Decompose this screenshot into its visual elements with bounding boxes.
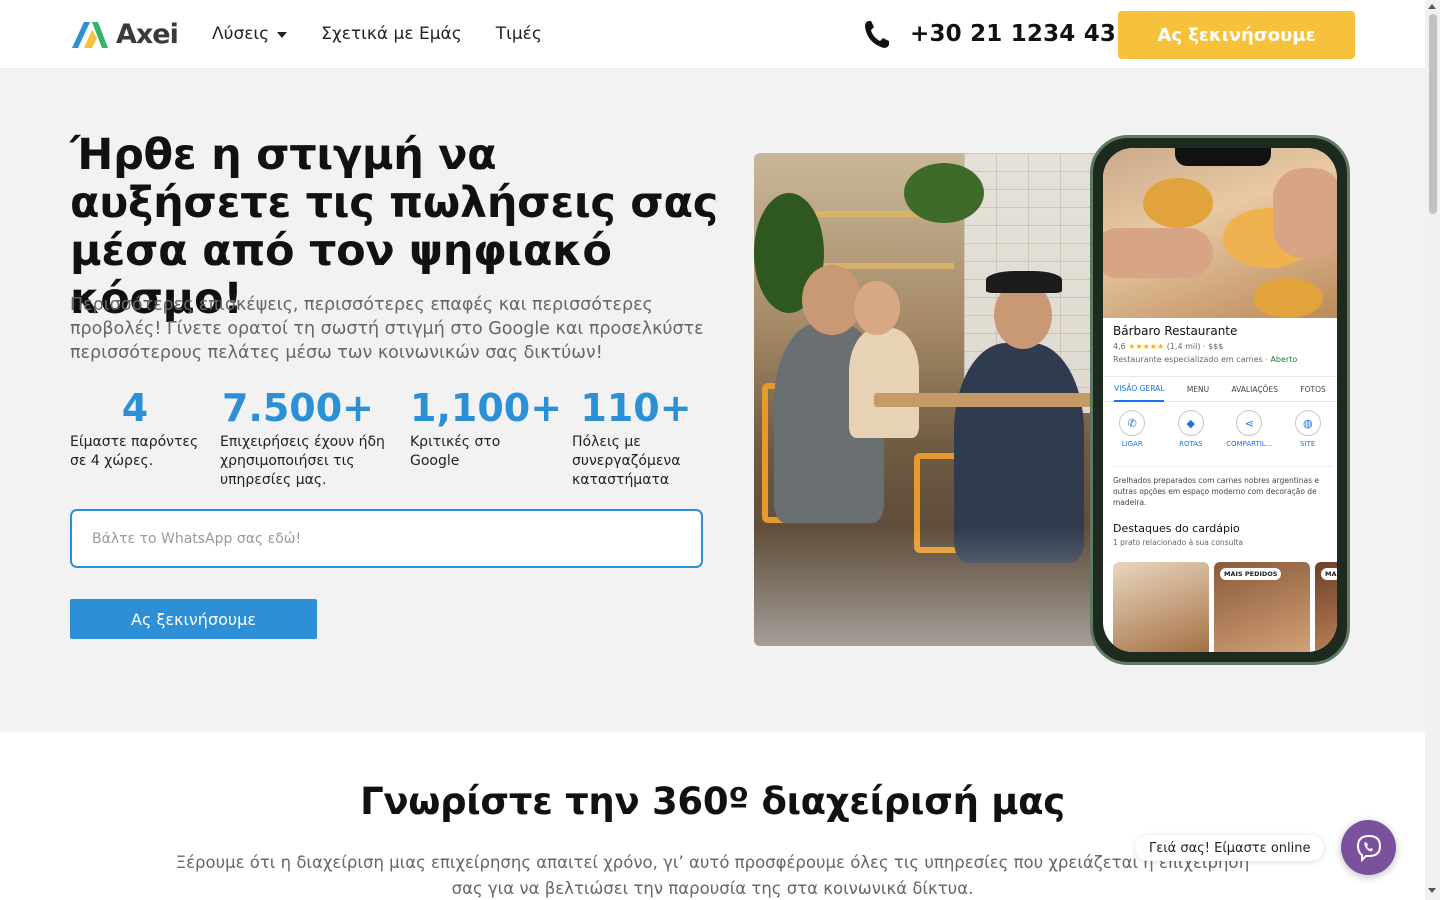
menu-subtitle: 1 prato relacionado à sua consulta [1113,538,1243,547]
main-nav: Λύσεις Σχετικά με Εμάς Τιμές [212,24,542,44]
plant [904,163,984,223]
action-directions: ◆ ROTAS [1166,410,1216,448]
menu-heading: Destaques do cardápio [1113,522,1240,535]
viber-icon [1356,834,1381,862]
business-about: Grelhados preparados com carnes nobres a… [1113,466,1333,508]
business-tabs: VISÃO GERAL MENU AVALIAÇÕES FOTOS [1103,376,1337,402]
stat-label: Πόλεις με συνεργαζόμενα καταστήματα [572,434,681,488]
caret-down-icon [277,32,288,38]
share-icon: ⋖ [1236,410,1263,436]
hand [1273,168,1337,258]
hand [1103,228,1213,278]
menu-thumbnails: MAIS PEDIDOS MA [1113,562,1337,652]
star-icons: ★★★★★ [1128,342,1165,351]
logo-text: Axei [116,18,179,50]
business-category: Restaurante especializado em carnes [1113,355,1263,364]
food-photo [1103,148,1337,318]
pastry [1143,178,1213,228]
business-category-row: Restaurante especializado em carnes · Ab… [1113,355,1333,364]
business-rating-row: 4,6 ★★★★★ (1,4 mil) · $$$ [1113,342,1333,351]
nav-label-pricing: Τιμές [495,24,542,44]
hero-section: Ήρθε η στιγμή να αυξήσετε τις πωλήσεις σ… [0,69,1425,732]
scroll-thumb[interactable] [1429,14,1437,214]
site-header: Axei Λύσεις Σχετικά με Εμάς Τιμές +30 21… [0,0,1425,69]
nav-item-pricing[interactable]: Τιμές [496,24,542,44]
stat-label: Κριτικές στο Google [410,434,501,469]
scroll-down-arrow-icon[interactable] [1428,888,1436,893]
dot-separator: · [1265,355,1268,364]
section-title: Γνωρίστε την 360º διαχείρισή μας [360,780,1065,823]
thumb-label: MAIS PEDIDOS [1220,568,1282,580]
action-label: SITE [1300,440,1316,448]
phone-icon: ✆ [1119,410,1146,436]
logo-mark-icon [72,22,108,48]
business-reviews: (1,4 mil) [1166,342,1201,351]
stat-cities: 110+ Πόλεις με συνεργαζόμενα καταστήματα [572,385,692,490]
stat-label: Είμαστε παρόντες σε 4 χώρες. [70,434,199,469]
stat-businesses: 7.500+ Επιχειρήσεις έχουν ήδη χρησιμοποι… [220,385,390,490]
stat-number: 4 [121,386,149,430]
menu-thumb: MA [1315,562,1337,652]
globe-icon: ◍ [1294,410,1321,436]
stat-label: Επιχειρήσεις έχουν ήδη χρησιμοποιήσει τι… [220,434,385,488]
phone-icon [865,21,889,48]
header-cta-button[interactable]: Ας ξεκινήσουμε [1118,11,1355,59]
action-share: ⋖ COMPARTIL... [1224,410,1274,448]
table [874,393,1114,407]
logo[interactable]: Axei [70,18,179,50]
photo-fade [754,526,1114,646]
business-actions: ✆ LIGAR ◆ ROTAS ⋖ COMPARTIL... ◍ SITE [1103,410,1337,448]
phone-contact[interactable]: +30 21 1234 4359 [864,19,1149,49]
cafe-photo [754,153,1114,646]
action-site: ◍ SITE [1283,410,1333,448]
dot-separator: · [1202,342,1206,351]
action-label: COMPARTIL... [1226,440,1273,448]
phone-number: +30 21 1234 4359 [910,21,1149,47]
action-label: ROTAS [1179,440,1203,448]
tab-reviews: AVALIAÇÕES [1231,384,1278,394]
business-status: Aberto [1270,355,1298,364]
person-head [802,265,862,335]
business-name: Bárbaro Restaurante [1113,324,1238,338]
phone-notch [1175,148,1271,166]
phone-mockup: Bárbaro Restaurante 4,6 ★★★★★ (1,4 mil) … [1090,135,1350,665]
tab-menu: MENU [1186,384,1210,394]
action-label: LIGAR [1121,440,1143,448]
nav-label-solutions: Λύσεις [212,24,270,44]
pastry [1253,278,1323,318]
person-head [854,281,900,335]
whatsapp-input[interactable] [70,509,703,568]
menu-thumb [1113,562,1209,652]
nav-item-about[interactable]: Σχετικά με Εμάς [321,24,462,44]
business-about-text: Grelhados preparados com carnes nobres a… [1113,476,1320,507]
section-text: Ξέρουμε ότι η διαχείριση μιας επιχείρηση… [175,853,1250,898]
hero-cta-button[interactable]: Ας ξεκινήσουμε [70,599,317,639]
stat-countries: 4 Είμαστε παρόντες σε 4 χώρες. [70,385,200,471]
person-middle [849,328,919,438]
stat-number: 110+ [580,386,692,430]
hero-subtitle: Περισσότερες επισκέψεις, περισσότερες επ… [70,295,704,363]
stat-number: 7.500+ [221,386,375,430]
menu-thumb: MAIS PEDIDOS [1214,562,1310,652]
action-call: ✆ LIGAR [1107,410,1157,448]
tab-photos: FOTOS [1300,384,1326,394]
nav-label-about: Σχετικά με Εμάς [321,24,462,44]
thumb-label: MA [1321,568,1337,580]
business-card: Bárbaro Restaurante 4,6 ★★★★★ (1,4 mil) … [1113,324,1333,364]
scrollbar[interactable] [1425,0,1440,900]
tab-overview: VISÃO GERAL [1114,376,1165,402]
stat-reviews: 1,100+ Κριτικές στο Google [410,385,563,471]
hat [986,271,1062,293]
business-price: $$$ [1208,342,1224,351]
scroll-up-arrow-icon[interactable] [1428,4,1436,9]
directions-icon: ◆ [1177,410,1204,436]
stat-number: 1,100+ [410,386,563,430]
phone-screen: Bárbaro Restaurante 4,6 ★★★★★ (1,4 mil) … [1103,148,1337,652]
chat-greeting[interactable]: Γειά σας! Είμαστε online [1135,835,1325,861]
business-rating: 4,6 [1113,342,1126,351]
viber-chat-button[interactable] [1341,820,1396,875]
nav-item-solutions[interactable]: Λύσεις [212,24,288,44]
chat-greeting-text: Γειά σας! Είμαστε online [1149,840,1311,856]
